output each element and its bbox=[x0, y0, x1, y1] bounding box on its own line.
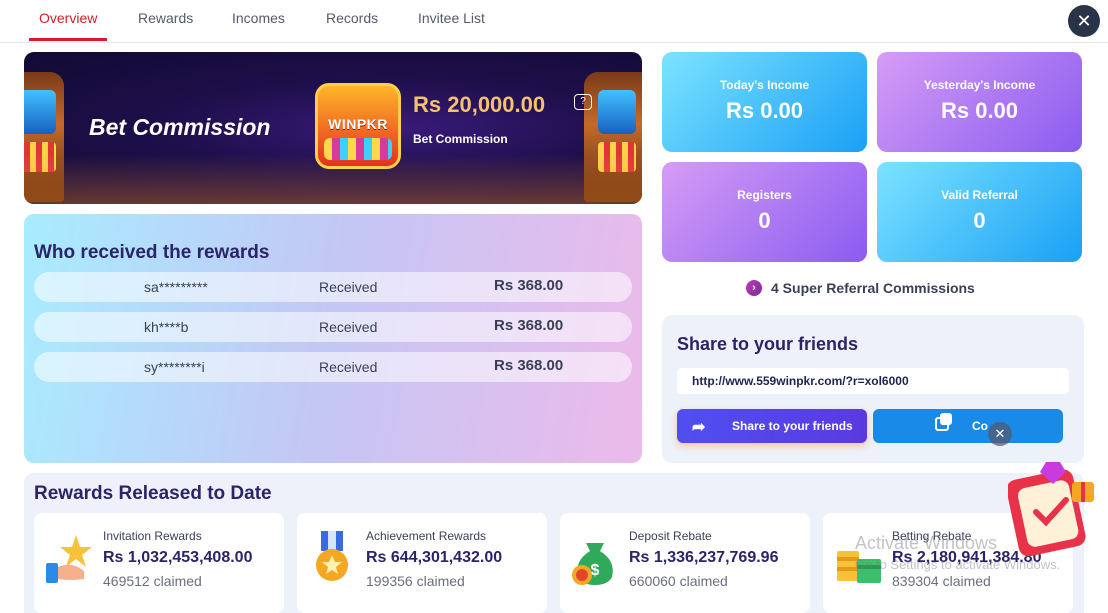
status-text: Received bbox=[319, 319, 378, 335]
reward-label: Achievement Rewards bbox=[366, 529, 487, 543]
close-icon[interactable]: ✕ bbox=[1068, 5, 1100, 37]
svg-text:$: $ bbox=[591, 562, 600, 579]
banner-title: Bet Commission bbox=[89, 114, 271, 140]
medal-icon bbox=[316, 531, 348, 581]
list-item: sy********i Received Rs 368.00 bbox=[34, 352, 632, 382]
activation-watermark: Activate Windows bbox=[855, 533, 998, 553]
stat-value: 0 bbox=[973, 208, 986, 233]
user-name: kh****b bbox=[144, 319, 189, 335]
tab-bar: Overview Rewards Incomes Records Invitee… bbox=[0, 0, 1108, 43]
copy-button-label: Co bbox=[972, 419, 988, 433]
user-name: sa********* bbox=[144, 279, 208, 295]
bet-commission-amount: Rs 20,000.00 bbox=[413, 92, 546, 117]
stat-value: 0 bbox=[758, 208, 771, 233]
tab-invitee-list[interactable]: Invitee List bbox=[418, 10, 485, 26]
reward-value: Rs 644,301,432.00 bbox=[366, 549, 503, 566]
reward-amount: Rs 368.00 bbox=[494, 277, 564, 294]
reward-amount: Rs 368.00 bbox=[494, 357, 564, 374]
share-button-label: Share to your friends bbox=[732, 419, 853, 433]
stat-label: Registers bbox=[737, 188, 792, 202]
active-tab-indicator bbox=[29, 38, 107, 41]
stat-label: Yesterday's Income bbox=[923, 78, 1036, 92]
registers-card: Registers 0 bbox=[662, 162, 867, 262]
activation-watermark-sub: Go to Settings to activate Windows. bbox=[855, 557, 1061, 572]
claimed-count: 199356 claimed bbox=[366, 573, 465, 589]
reward-card: $ Deposit Rebate Rs 1,336,237,769.96 660… bbox=[560, 513, 810, 613]
status-text: Received bbox=[319, 359, 378, 375]
help-icon[interactable]: ? bbox=[574, 94, 592, 110]
reward-value: Rs 1,336,237,769.96 bbox=[629, 549, 779, 566]
claimed-count: 660060 claimed bbox=[629, 573, 728, 589]
referral-url-field[interactable]: http://www.559winpkr.com/?r=xol6000 bbox=[677, 368, 1069, 394]
super-referral-link[interactable]: 4 Super Referral Commissions bbox=[771, 280, 975, 296]
reward-card: Achievement Rewards Rs 644,301,432.00 19… bbox=[297, 513, 547, 613]
status-text: Received bbox=[319, 279, 378, 295]
claimed-count: 469512 claimed bbox=[103, 573, 202, 589]
reward-amount: Rs 368.00 bbox=[494, 317, 564, 334]
claimed-count: 839304 claimed bbox=[892, 573, 991, 589]
chevron-right-icon[interactable]: › bbox=[746, 280, 762, 296]
share-panel: Share to your friends http://www.559winp… bbox=[662, 315, 1084, 463]
panel-title: Who received the rewards bbox=[34, 242, 270, 263]
reward-card: Invitation Rewards Rs 1,032,453,408.00 4… bbox=[34, 513, 284, 613]
tab-incomes[interactable]: Incomes bbox=[232, 10, 285, 26]
valid-referral-card: Valid Referral 0 bbox=[877, 162, 1082, 262]
reward-label: Invitation Rewards bbox=[103, 529, 202, 543]
yesterdays-income-card: Yesterday's Income Rs 0.00 bbox=[877, 52, 1082, 152]
tab-records[interactable]: Records bbox=[326, 10, 378, 26]
gift-box-icon[interactable] bbox=[1008, 460, 1098, 560]
star-hand-icon bbox=[46, 535, 92, 583]
stat-value: Rs 0.00 bbox=[940, 98, 1019, 123]
reward-label: Deposit Rebate bbox=[629, 529, 712, 543]
list-item: sa********* Received Rs 368.00 bbox=[34, 272, 632, 302]
share-arrow-icon: ➦ bbox=[692, 419, 706, 436]
share-button[interactable]: ➦ Share to your friends bbox=[677, 409, 867, 443]
user-name: sy********i bbox=[144, 359, 205, 375]
stat-label: Today's Income bbox=[719, 78, 810, 92]
stat-label: Valid Referral bbox=[941, 188, 1018, 202]
panel-title: Rewards Released to Date bbox=[34, 483, 272, 504]
bet-commission-banner: Bet Commission WINPKR Rs 20,000.00 Bet C… bbox=[24, 52, 642, 204]
panel-title: Share to your friends bbox=[677, 334, 859, 354]
tab-rewards[interactable]: Rewards bbox=[138, 10, 193, 26]
who-received-panel: Who received the rewards sa********* Rec… bbox=[24, 214, 642, 463]
winpkr-logo: WINPKR bbox=[315, 83, 401, 169]
bet-commission-label: Bet Commission bbox=[413, 132, 508, 146]
stat-value: Rs 0.00 bbox=[725, 98, 804, 123]
reward-value: Rs 1,032,453,408.00 bbox=[103, 549, 253, 566]
list-item: kh****b Received Rs 368.00 bbox=[34, 312, 632, 342]
todays-income-card: Today's Income Rs 0.00 bbox=[662, 52, 867, 152]
copy-button[interactable]: Co bbox=[873, 409, 1063, 443]
close-icon[interactable]: ✕ bbox=[988, 422, 1012, 446]
money-bag-icon: $ bbox=[572, 543, 613, 585]
tab-overview[interactable]: Overview bbox=[39, 10, 97, 26]
